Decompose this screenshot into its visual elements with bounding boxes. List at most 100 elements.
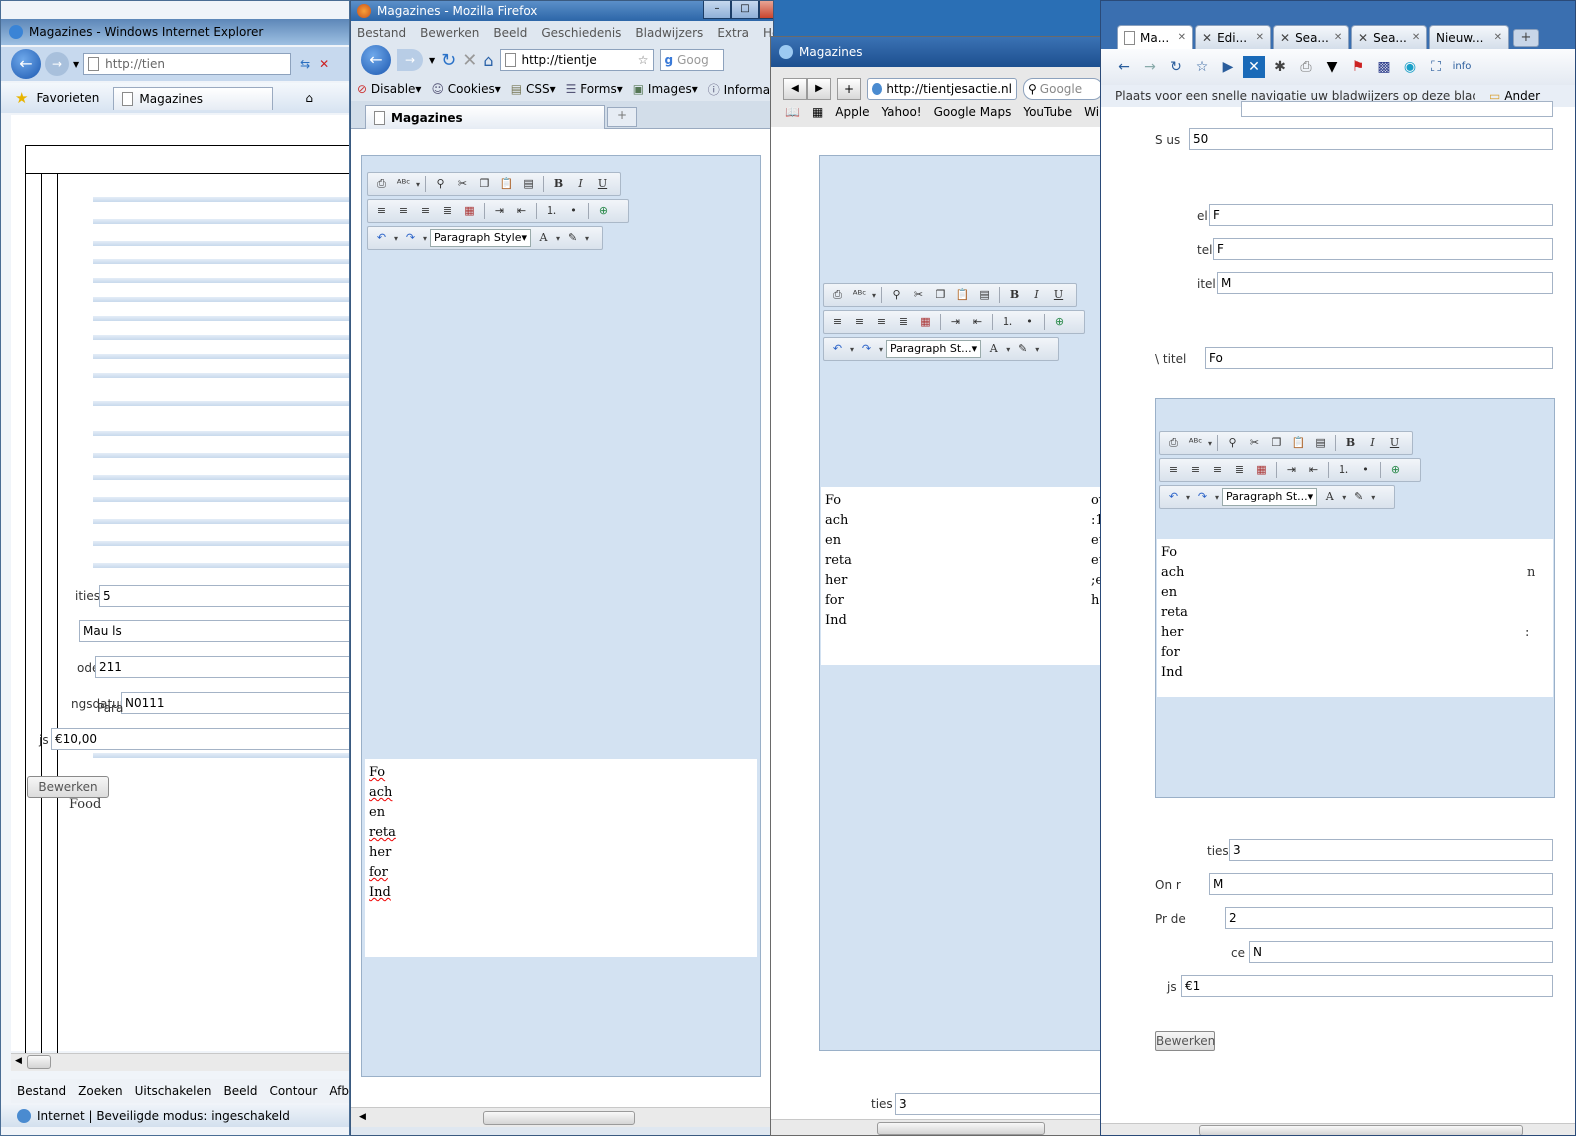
close-tab-icon[interactable]: ✕: [1412, 32, 1420, 43]
close-tab-icon[interactable]: ✕: [1256, 32, 1264, 43]
paste-icon[interactable]: 📋: [953, 286, 972, 304]
redo-icon[interactable]: ↷: [857, 340, 876, 358]
close-tab-icon[interactable]: ✕: [1178, 32, 1186, 43]
chrome-tab-magazines[interactable]: Ma... ✕: [1117, 25, 1193, 49]
font-color-icon[interactable]: A: [1320, 488, 1339, 506]
scroll-left-arrow-icon[interactable]: ◀: [359, 1112, 366, 1122]
chrome-tab[interactable]: ✕ Sea... ✕: [1273, 25, 1349, 49]
link-icon[interactable]: ⊕: [1386, 461, 1405, 479]
firefox-menu-item[interactable]: Bladwijzers: [635, 26, 703, 40]
bookmark-item[interactable]: Apple: [835, 105, 869, 119]
clear-format-icon[interactable]: ▦: [460, 202, 479, 220]
bold-icon[interactable]: B: [549, 175, 568, 193]
favorites-star-icon[interactable]: ★: [15, 89, 28, 107]
undo-icon[interactable]: ↶: [828, 340, 847, 358]
forward-arrow-icon[interactable]: →: [397, 49, 423, 71]
add-bookmark-icon[interactable]: +: [837, 78, 861, 100]
highlight-icon[interactable]: ✎: [1349, 488, 1368, 506]
font-color-icon[interactable]: A: [534, 229, 553, 247]
chrome-field-input[interactable]: M: [1217, 272, 1553, 294]
back-arrow-icon[interactable]: ←: [11, 49, 41, 79]
firefox-search-box[interactable]: g Goog: [659, 49, 724, 71]
ie-field-input[interactable]: 211: [95, 656, 349, 678]
align-right-icon[interactable]: ≡: [416, 202, 435, 220]
outdent-icon[interactable]: ⇤: [1304, 461, 1323, 479]
bookmark-star-icon[interactable]: ☆: [638, 53, 649, 67]
firefox-menu-item[interactable]: Bewerken: [420, 26, 479, 40]
reload-icon[interactable]: ↻: [1165, 56, 1187, 78]
clear-format-icon[interactable]: ▦: [1252, 461, 1271, 479]
undo-icon[interactable]: ↶: [1164, 488, 1183, 506]
safari-scrollbar[interactable]: [771, 1119, 1109, 1135]
chrome-tab[interactable]: ✕ Sea... ✕: [1351, 25, 1427, 49]
extension-icon[interactable]: ✕: [1243, 56, 1265, 78]
bullet-list-icon[interactable]: •: [1020, 313, 1039, 331]
font-color-icon[interactable]: A: [984, 340, 1003, 358]
chrome-field-input[interactable]: N: [1249, 941, 1553, 963]
clear-format-icon[interactable]: ▦: [916, 313, 935, 331]
paste-icon[interactable]: 📋: [497, 175, 516, 193]
bug-icon[interactable]: ✱: [1269, 56, 1291, 78]
close-button[interactable]: ✕: [759, 1, 773, 19]
link-icon[interactable]: ⊕: [594, 202, 613, 220]
spellcheck-icon[interactable]: ᴬᴮᶜ: [850, 286, 869, 304]
italic-icon[interactable]: I: [1027, 286, 1046, 304]
info-icon[interactable]: info: [1451, 56, 1473, 78]
chrome-tab[interactable]: Nieuw... ✕: [1429, 25, 1509, 49]
cut-icon[interactable]: ✂: [453, 175, 472, 193]
redo-icon[interactable]: ↷: [401, 229, 420, 247]
bullet-list-icon[interactable]: •: [564, 202, 583, 220]
back-arrow-icon[interactable]: ◀: [783, 78, 807, 100]
justify-icon[interactable]: ≣: [894, 313, 913, 331]
align-left-icon[interactable]: ≡: [1164, 461, 1183, 479]
ie-bottom-menu-item[interactable]: Beeld: [223, 1084, 257, 1098]
paragraph-style-select[interactable]: Paragraph Style▾: [430, 229, 532, 247]
chrome-editor-content[interactable]: Fo ach en reta her for Ind: [1157, 539, 1553, 697]
ie-field-input[interactable]: 5: [99, 585, 349, 607]
underline-icon[interactable]: U: [1385, 434, 1404, 452]
chrome-tab[interactable]: ✕ Edi... ✕: [1195, 25, 1271, 49]
chrome-field-input[interactable]: M: [1209, 873, 1553, 895]
bookmark-item[interactable]: YouTube: [1023, 105, 1072, 119]
scroll-thumb[interactable]: [1199, 1125, 1523, 1135]
find-icon[interactable]: ⚲: [431, 175, 450, 193]
safari-address-bar[interactable]: http://tientjesactie.nl: [867, 78, 1017, 100]
new-tab-button[interactable]: +: [607, 107, 637, 127]
scroll-thumb[interactable]: [877, 1122, 1045, 1135]
paste-word-icon[interactable]: ▤: [975, 286, 994, 304]
bullet-list-icon[interactable]: •: [1356, 461, 1375, 479]
find-icon[interactable]: ⚲: [1223, 434, 1242, 452]
home-icon[interactable]: ⌂: [483, 51, 493, 70]
bookmark-item[interactable]: Yahoo!: [881, 105, 921, 119]
ie-address-bar[interactable]: http://tien: [83, 53, 292, 75]
chrome-field-input[interactable]: F: [1209, 204, 1553, 226]
ie-field-input[interactable]: Mau ls: [79, 620, 349, 642]
underline-icon[interactable]: U: [1049, 286, 1068, 304]
numbered-list-icon[interactable]: ⒈: [1334, 461, 1353, 479]
firefox-scrollbar[interactable]: ◀: [351, 1107, 773, 1127]
bold-icon[interactable]: B: [1005, 286, 1024, 304]
safari-titlebar[interactable]: Magazines: [771, 37, 1109, 67]
spellcheck-icon[interactable]: ᴬᴮᶜ: [1186, 434, 1205, 452]
information-item[interactable]: ⓘ Information: [708, 81, 773, 98]
paste-icon[interactable]: 📋: [1289, 434, 1308, 452]
flag-icon[interactable]: ⚑: [1347, 56, 1369, 78]
scroll-thumb[interactable]: [483, 1111, 635, 1125]
cut-icon[interactable]: ✂: [909, 286, 928, 304]
paragraph-style-select[interactable]: Paragraph St...▾: [886, 340, 982, 358]
ie-scrollbar[interactable]: ◀: [11, 1053, 349, 1071]
italic-icon[interactable]: I: [1363, 434, 1382, 452]
firefox-editor-content[interactable]: Fo ach en reta her for Ind: [365, 759, 757, 957]
indent-icon[interactable]: ⇥: [946, 313, 965, 331]
stop-icon[interactable]: ✕: [462, 50, 477, 71]
css-item[interactable]: ▤ CSS▾: [511, 82, 556, 96]
numbered-list-icon[interactable]: ⒈: [542, 202, 561, 220]
justify-icon[interactable]: ≣: [438, 202, 457, 220]
close-tab-icon[interactable]: ✕: [1494, 32, 1502, 43]
italic-icon[interactable]: I: [571, 175, 590, 193]
forms-item[interactable]: ☰ Forms▾: [566, 82, 623, 96]
vimeo-icon[interactable]: ▼: [1321, 56, 1343, 78]
outdent-icon[interactable]: ⇤: [512, 202, 531, 220]
cookies-item[interactable]: ☺ Cookies▾: [431, 82, 500, 96]
justify-icon[interactable]: ≣: [1230, 461, 1249, 479]
